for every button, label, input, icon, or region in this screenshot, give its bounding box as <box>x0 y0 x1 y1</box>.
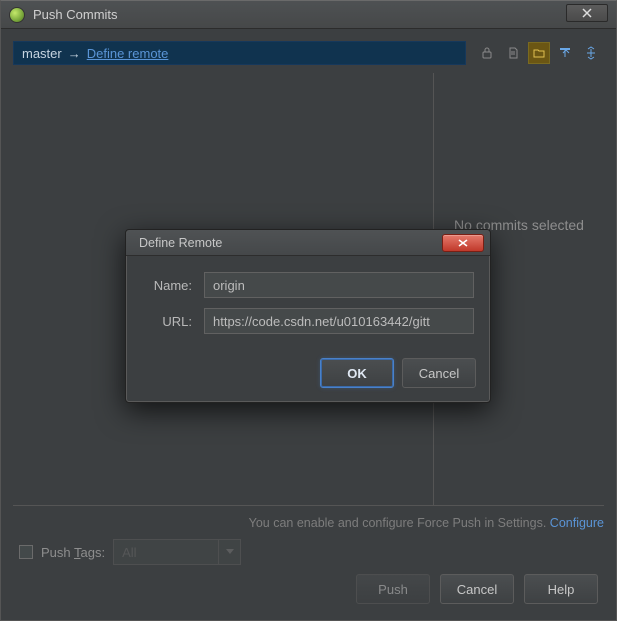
push-tags-combo[interactable]: All <box>113 539 241 565</box>
modal-body: Name: URL: <box>126 256 490 352</box>
app-icon <box>9 7 25 23</box>
url-input[interactable] <box>204 308 474 334</box>
name-input[interactable] <box>204 272 474 298</box>
modal-titlebar: Define Remote <box>126 230 490 256</box>
configure-link[interactable]: Configure <box>550 516 604 530</box>
chevron-down-icon <box>218 540 240 564</box>
arrow-icon: → <box>68 46 81 61</box>
titlebar: Push Commits <box>1 1 616 29</box>
document-icon[interactable] <box>502 42 524 64</box>
hint-text: You can enable and configure Force Push … <box>249 516 550 530</box>
push-tags-row: Push Tags: All <box>19 539 241 565</box>
define-remote-link[interactable]: Define remote <box>87 46 169 61</box>
collapse-icon[interactable] <box>554 42 576 64</box>
branch-name: master <box>22 46 62 61</box>
url-label: URL: <box>142 314 204 329</box>
modal-title: Define Remote <box>139 236 222 250</box>
help-button[interactable]: Help <box>524 574 598 604</box>
window-title: Push Commits <box>33 7 118 22</box>
commit-toolbar <box>474 41 604 65</box>
expand-icon[interactable] <box>580 42 602 64</box>
main-button-row: Push Cancel Help <box>356 574 598 604</box>
folder-icon[interactable] <box>528 42 550 64</box>
modal-cancel-button[interactable]: Cancel <box>402 358 476 388</box>
define-remote-dialog: Define Remote Name: URL: OK Cancel <box>125 229 491 403</box>
push-tags-label: Push Tags: <box>41 545 105 560</box>
push-button[interactable]: Push <box>356 574 430 604</box>
lock-icon[interactable] <box>476 42 498 64</box>
branch-selector[interactable]: master → Define remote <box>13 41 466 65</box>
name-label: Name: <box>142 278 204 293</box>
window-close-button[interactable] <box>566 4 608 22</box>
force-push-hint: You can enable and configure Force Push … <box>13 505 604 530</box>
push-commits-window: Push Commits master → Define remote <box>0 0 617 621</box>
modal-footer: OK Cancel <box>126 352 490 402</box>
url-row: URL: <box>142 308 474 334</box>
combo-value: All <box>122 545 136 560</box>
top-row: master → Define remote <box>13 41 604 65</box>
push-tags-checkbox[interactable] <box>19 545 33 559</box>
modal-close-button[interactable] <box>442 234 484 252</box>
cancel-button[interactable]: Cancel <box>440 574 514 604</box>
name-row: Name: <box>142 272 474 298</box>
ok-button[interactable]: OK <box>320 358 394 388</box>
